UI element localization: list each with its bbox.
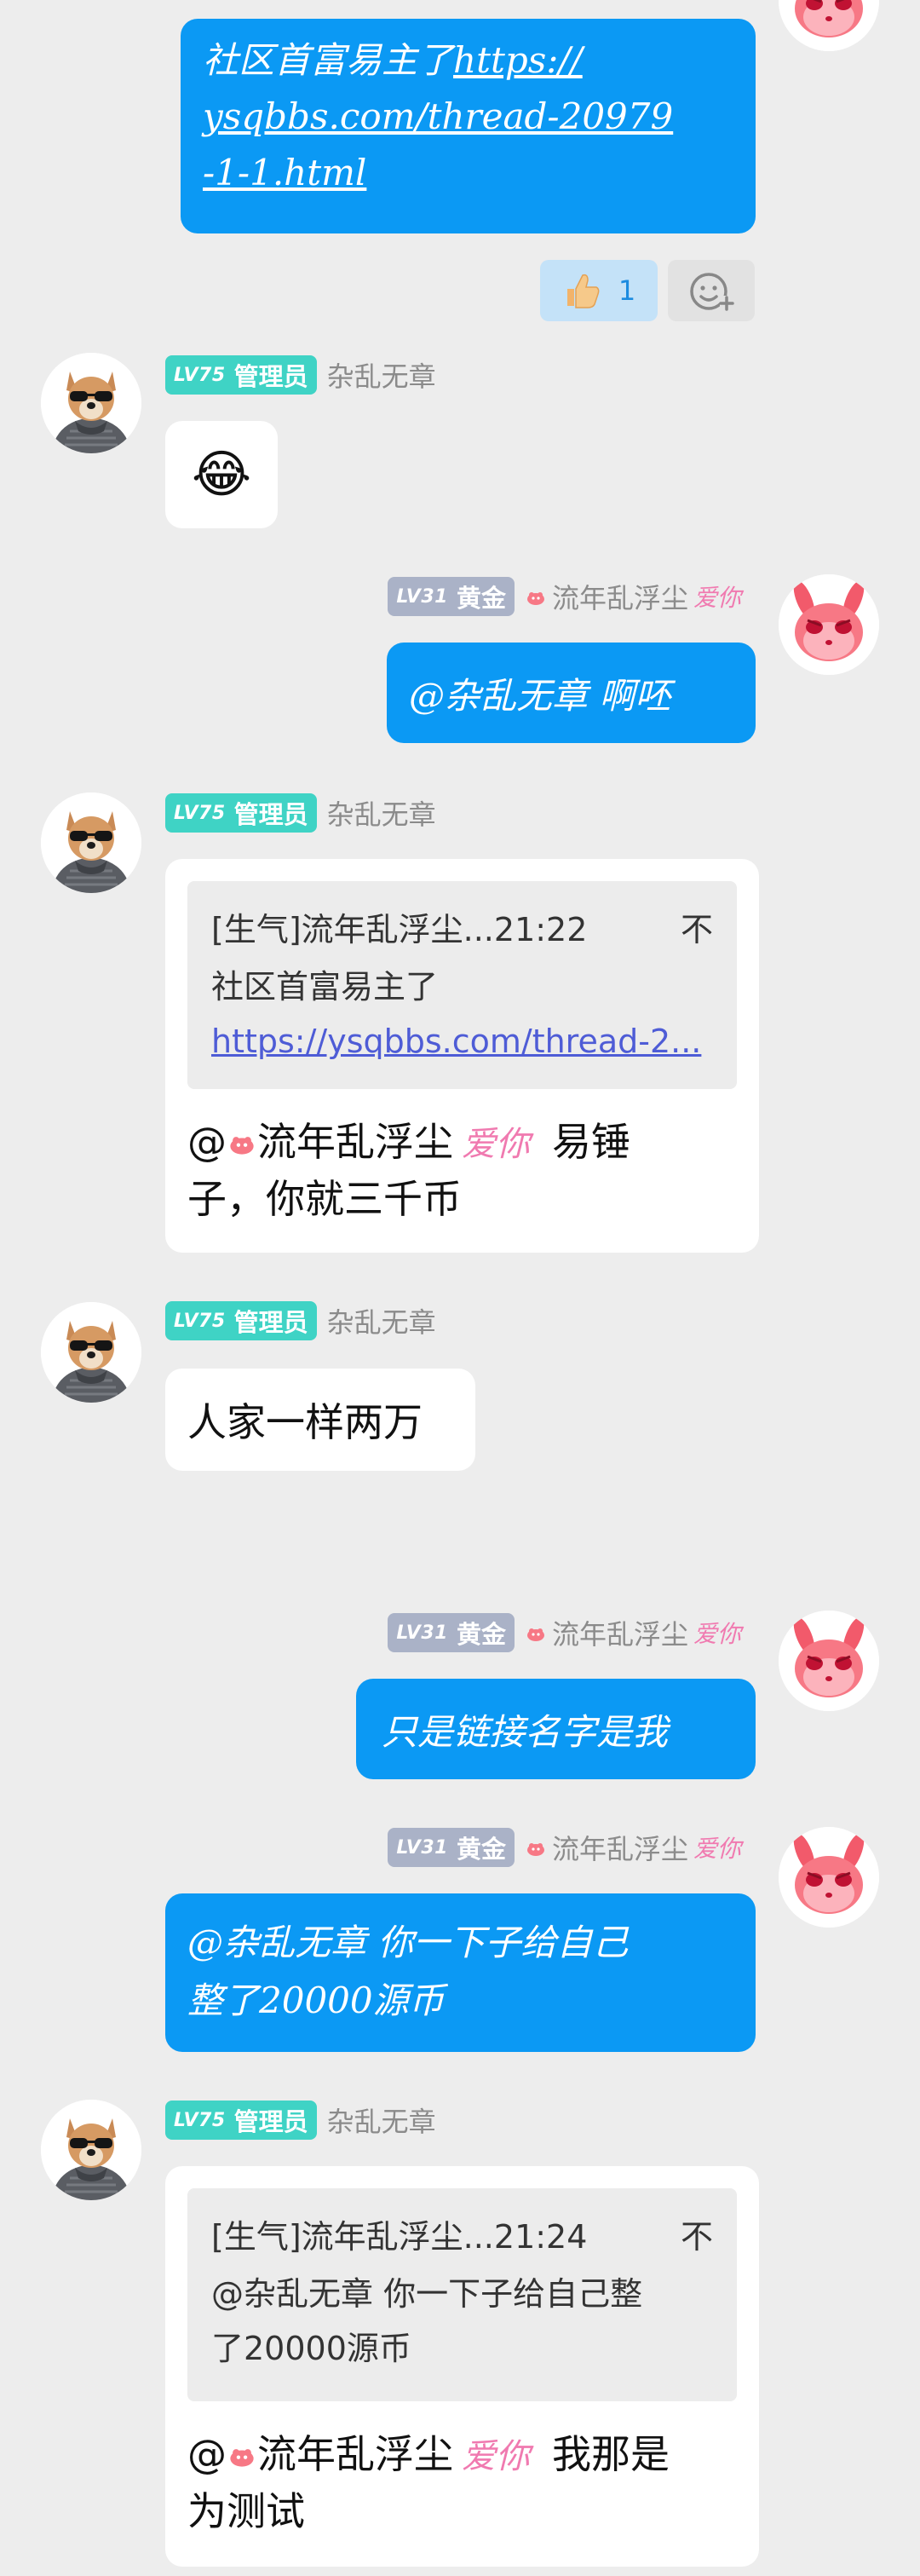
sender-name[interactable]: 流年乱浮尘 爱你: [525, 577, 741, 616]
quote-text: 了20000源币: [211, 2330, 411, 2367]
crab-icon: [227, 2442, 257, 2468]
sender-header: LV31 黄金 流年乱浮尘 爱你: [388, 1827, 741, 1868]
message-text: 社区首富易主了: [203, 39, 454, 81]
message-text: 我那是: [552, 2431, 670, 2477]
love-tag: 爱你: [693, 1835, 741, 1863]
quote-text: 社区首富易主了: [211, 968, 439, 1006]
message-bubble[interactable]: @杂乱无章 你一下子给自己 整了20000源币: [165, 1893, 756, 2052]
level-badge: LV31 黄金: [388, 1613, 515, 1652]
message-link[interactable]: ysqbbs.com/thread-20979: [203, 95, 673, 137]
sender-header: LV31 黄金 流年乱浮尘 爱你: [388, 576, 741, 617]
message-link[interactable]: -1-1.html: [203, 152, 366, 193]
sender-header: LV75 管理员 杂乱无章: [165, 792, 436, 833]
add-emoji-icon: [690, 273, 734, 311]
message-bubble[interactable]: 只是链接名字是我: [356, 1679, 756, 1779]
message-text: 子，你就三千币: [187, 1176, 462, 1222]
reaction-chip[interactable]: 1: [540, 260, 658, 321]
add-reaction-button[interactable]: [668, 260, 755, 321]
sender-name[interactable]: 杂乱无章: [327, 793, 436, 833]
quoted-message[interactable]: [生气]流年乱浮尘...21:22 不 社区首富易主了 https://ysqb…: [187, 881, 737, 1089]
level-badge: LV75 管理员: [165, 1301, 317, 1340]
love-tag: 爱你: [693, 1620, 741, 1648]
message-text: 只是链接名字是我: [382, 1710, 669, 1753]
message-text: @杂乱无章 你一下子给自己: [187, 1922, 629, 1963]
admin-avatar[interactable]: [41, 1302, 141, 1403]
sender-name[interactable]: 杂乱无章: [327, 2101, 436, 2140]
crab-icon: [525, 1623, 547, 1642]
sender-header: LV75 管理员 杂乱无章: [165, 354, 436, 395]
quote-text: @杂乱无章 你一下子给自己整: [211, 2275, 643, 2313]
admin-avatar[interactable]: [41, 353, 141, 453]
quote-close-icon[interactable]: 不: [681, 903, 713, 950]
mention-user[interactable]: 流年乱浮尘: [257, 2431, 453, 2477]
user-avatar[interactable]: [779, 1827, 879, 1928]
sender-header: LV31 黄金 流年乱浮尘 爱你: [388, 1612, 741, 1653]
level-badge: LV31 黄金: [388, 1828, 515, 1867]
sender-name[interactable]: 流年乱浮尘 爱你: [525, 1828, 741, 1867]
message-link[interactable]: https://: [453, 39, 583, 81]
admin-avatar[interactable]: [41, 2100, 141, 2200]
crab-icon: [525, 1838, 547, 1857]
message-text: 整了20000源币: [187, 1980, 445, 2021]
love-tag: 爱你: [693, 584, 741, 612]
crab-icon: [525, 587, 547, 606]
message-bubble[interactable]: 社区首富易主了https:// ysqbbs.com/thread-20979 …: [181, 19, 756, 233]
sender-name[interactable]: 杂乱无章: [327, 1301, 436, 1340]
sender-header: LV75 管理员 杂乱无章: [165, 2100, 436, 2141]
message-text: @杂乱无章 啊呸: [409, 674, 671, 717]
message-bubble[interactable]: @杂乱无章 啊呸: [387, 643, 756, 743]
admin-avatar[interactable]: [41, 792, 141, 893]
user-avatar[interactable]: [779, 1611, 879, 1711]
message-bubble[interactable]: [生气]流年乱浮尘...21:22 不 社区首富易主了 https://ysqb…: [165, 859, 759, 1253]
reaction-count: 1: [618, 274, 636, 307]
quote-header: [生气]流年乱浮尘...21:24: [211, 2218, 588, 2256]
thumbs-up-icon: [566, 274, 600, 308]
quote-close-icon[interactable]: 不: [681, 2210, 713, 2257]
quote-link[interactable]: https://ysqbbs.com/thread-2...: [211, 1014, 713, 1069]
love-tag: 爱你: [462, 1125, 530, 1164]
user-avatar[interactable]: [779, 0, 879, 51]
crab-icon: [227, 1130, 257, 1155]
user-avatar[interactable]: [779, 574, 879, 675]
quote-header: [生气]流年乱浮尘...21:22: [211, 911, 588, 948]
level-badge: LV31 黄金: [388, 577, 515, 616]
message-text: 为测试: [187, 2488, 305, 2534]
sender-name[interactable]: 流年乱浮尘 爱你: [525, 1613, 741, 1652]
love-tag: 爱你: [462, 2437, 530, 2476]
message-text: 人家一样两万: [187, 1399, 423, 1445]
quoted-message[interactable]: [生气]流年乱浮尘...21:24 不 @杂乱无章 你一下子给自己整 了2000…: [187, 2188, 737, 2401]
message-text: 易锤: [552, 1119, 630, 1165]
mention-user[interactable]: 流年乱浮尘: [257, 1119, 453, 1165]
laughing-emoji-icon: 😂: [191, 445, 252, 504]
message-bubble[interactable]: [生气]流年乱浮尘...21:24 不 @杂乱无章 你一下子给自己整 了2000…: [165, 2166, 759, 2567]
level-badge: LV75 管理员: [165, 793, 317, 833]
level-badge: LV75 管理员: [165, 355, 317, 395]
sender-name[interactable]: 杂乱无章: [327, 355, 436, 395]
message-bubble[interactable]: 😂: [165, 421, 278, 528]
sender-header: LV75 管理员 杂乱无章: [165, 1300, 436, 1341]
level-badge: LV75 管理员: [165, 2101, 317, 2140]
message-bubble[interactable]: 人家一样两万: [165, 1369, 475, 1471]
